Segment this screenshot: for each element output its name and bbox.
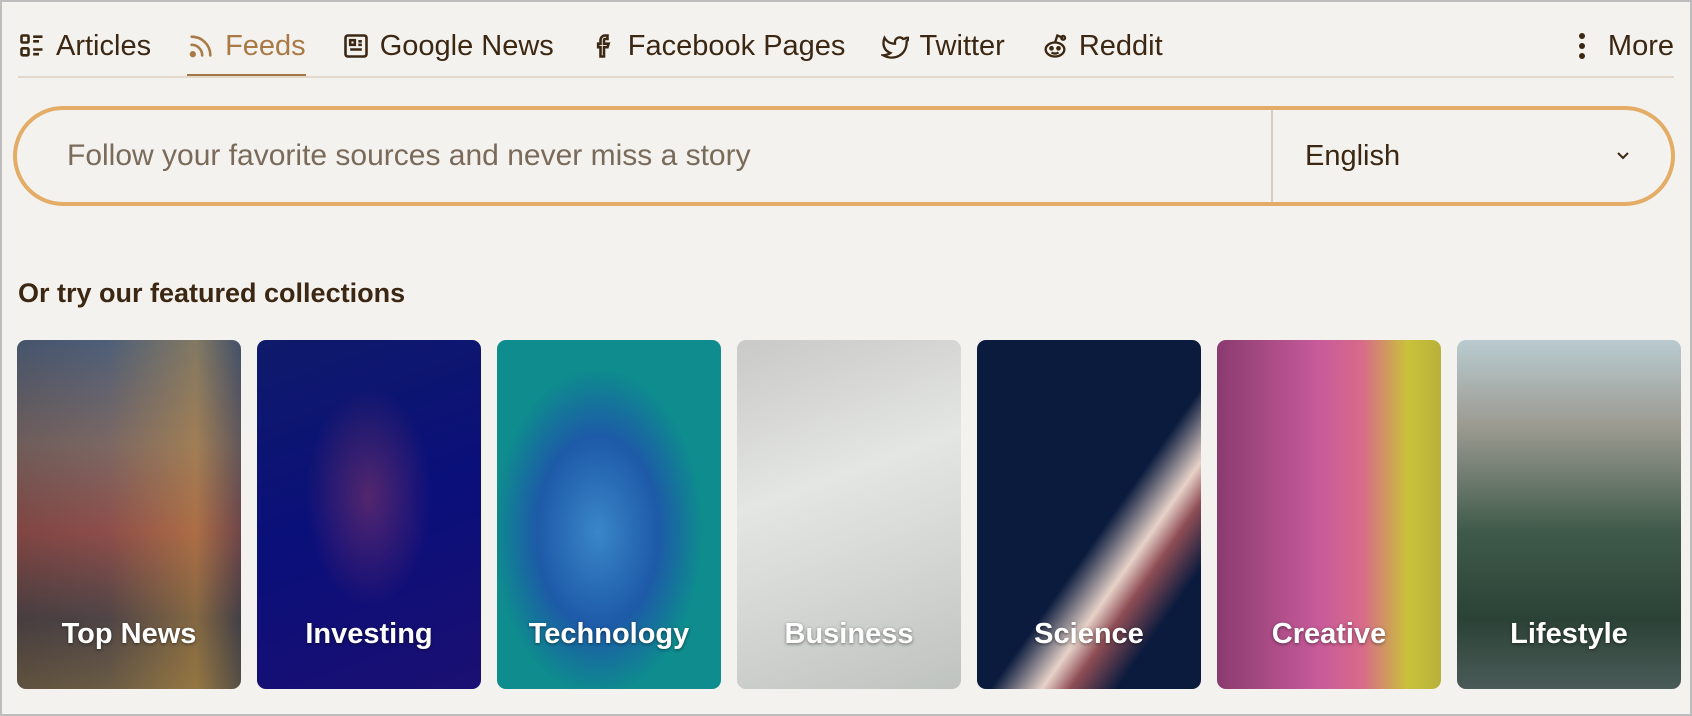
- tab-label: Articles: [56, 29, 152, 62]
- feed-search-input[interactable]: [17, 109, 1271, 203]
- collection-card-lifestyle[interactable]: Lifestyle: [1457, 340, 1681, 689]
- reddit-icon: [1044, 33, 1067, 58]
- tab-google-news[interactable]: Google News: [342, 16, 554, 76]
- tab-reddit[interactable]: Reddit: [1041, 16, 1163, 76]
- collection-label: Creative: [1271, 618, 1387, 650]
- featured-heading: Or try our featured collections: [18, 278, 406, 308]
- collection-card-creative[interactable]: Creative: [1217, 340, 1441, 689]
- facebook-icon: [596, 34, 611, 58]
- tab-twitter[interactable]: Twitter: [881, 16, 1005, 76]
- chevron-down-icon: [1617, 152, 1629, 160]
- tab-label: Feeds: [225, 29, 306, 62]
- collection-label: Technology: [528, 618, 690, 650]
- featured-collections: Top News Investing Technology Business S…: [17, 340, 1681, 689]
- collection-label: Investing: [305, 618, 433, 650]
- collection-card-technology[interactable]: Technology: [497, 340, 721, 689]
- collection-label: Top News: [61, 618, 197, 650]
- feed-search-bar: English: [13, 106, 1675, 206]
- tab-feeds[interactable]: Feeds: [187, 16, 306, 78]
- more-label: More: [1607, 29, 1674, 62]
- rss-icon: [189, 35, 212, 58]
- tab-articles[interactable]: Articles: [18, 16, 151, 76]
- tab-label: Google News: [379, 29, 554, 62]
- more-menu-button[interactable]: More: [1578, 16, 1674, 76]
- collection-label: Lifestyle: [1510, 618, 1628, 650]
- collection-card-science[interactable]: Science: [977, 340, 1201, 689]
- twitter-icon: [881, 35, 910, 59]
- more-vertical-icon: [1578, 33, 1585, 59]
- tab-facebook-pages[interactable]: Facebook Pages: [590, 16, 846, 76]
- language-value: English: [1305, 139, 1401, 172]
- tabs-divider: [18, 76, 1674, 78]
- tab-label: Reddit: [1078, 29, 1163, 62]
- language-select[interactable]: English: [1271, 110, 1671, 202]
- collection-card-business[interactable]: Business: [737, 340, 961, 689]
- news-icon: [343, 34, 368, 58]
- collection-card-investing[interactable]: Investing: [257, 340, 481, 689]
- articles-list-icon: [20, 34, 43, 57]
- source-tabs: Articles Feeds Google News Facebook Page…: [18, 16, 1674, 78]
- collection-label: Science: [1034, 618, 1144, 650]
- tab-label: Twitter: [919, 29, 1005, 62]
- tab-label: Facebook Pages: [627, 29, 846, 62]
- collection-card-top-news[interactable]: Top News: [17, 340, 241, 689]
- collection-label: Business: [784, 618, 914, 650]
